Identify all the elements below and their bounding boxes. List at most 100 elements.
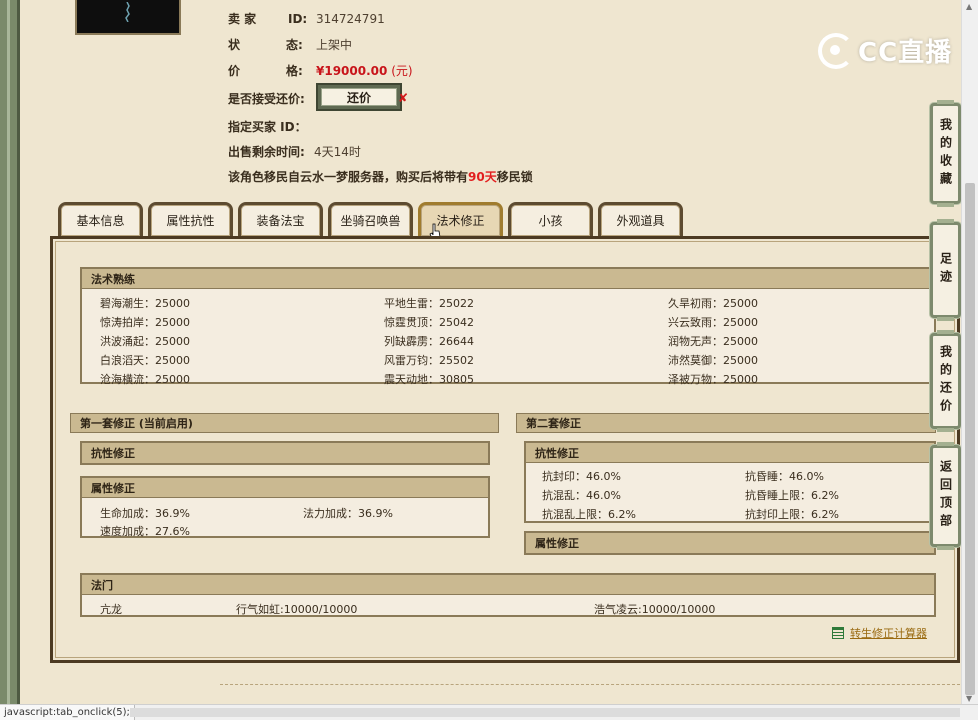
spell-item: 润物无声：25000 (668, 335, 758, 348)
scroll-up-icon[interactable]: ▲ (966, 2, 972, 11)
listing-status: 上架中 (316, 38, 353, 52)
spell-item: 碧海潮生：25000 (100, 297, 190, 310)
resist-item: 抗混乱上限：6.2% (542, 508, 636, 521)
spell-item: 列缺霹雳：26644 (384, 335, 474, 348)
migration-lock: 移民锁 (496, 170, 533, 184)
attr-item: 生命加成：36.9% (100, 507, 190, 520)
status-label: 状 (228, 38, 241, 52)
status-label-2: 态: (286, 38, 303, 52)
side-button-label: 返回顶部 (938, 460, 953, 532)
set1-attr-section: 属性修正 生命加成：36.9% 法力加成：36.9% 速度加成：27.6% (80, 476, 490, 538)
migration-days: 90天 (468, 170, 497, 184)
set1-resist-section: 抗性修正 (80, 441, 490, 465)
status-bar: javascript:tab_onclick(5); (0, 704, 978, 720)
vertical-scrollbar[interactable]: ▲ ▼ (961, 0, 978, 705)
seller-id-label: ID: (288, 12, 308, 26)
cc-logo-icon (818, 32, 854, 69)
calculator-icon (832, 627, 844, 639)
attr-item: 法力加成：36.9% (303, 507, 393, 520)
famen-title: 法门 (82, 575, 934, 595)
horizontal-scrollbar[interactable] (130, 708, 960, 717)
cc-live-logo: CC直播 (818, 32, 952, 69)
famen-section: 法门 亢龙 行气如虹:10000/10000 浩气凌云:10000/10000 (80, 573, 936, 617)
set1-attr-title: 属性修正 (82, 478, 488, 498)
resist-item: 抗昏睡上限：6.2% (745, 489, 839, 502)
remaining-label: 出售剩余时间: (228, 145, 305, 159)
spell-item: 久旱初雨：25000 (668, 297, 758, 310)
resist-item: 抗混乱：46.0% (542, 489, 621, 502)
left-window-border (0, 0, 20, 705)
set2-attr-title: 属性修正 (526, 533, 934, 553)
price-label-2: 格: (286, 64, 303, 78)
seller-row: 卖 家 ID: 314724791 (228, 10, 385, 27)
resist-item: 抗封印上限：6.2% (745, 508, 839, 521)
spell-mastery-title: 法术熟练 (82, 269, 934, 289)
seller-label: 卖 家 (228, 12, 257, 26)
buyer-row: 指定买家 ID： (228, 118, 307, 135)
character-thumbnail (75, 0, 181, 35)
spell-item: 兴云致雨：25000 (668, 316, 758, 329)
resist-item: 抗封印：46.0% (542, 470, 621, 483)
status-row: 状 态: 上架中 (228, 36, 352, 53)
spell-item: 白浪滔天：25000 (100, 354, 190, 367)
counter-offer-button[interactable]: 还价 ✘ (316, 83, 408, 111)
spell-item: 沛然莫御：25000 (668, 354, 758, 367)
counter-offer-label: 还价 (321, 88, 397, 106)
resist-item: 抗昏睡：46.0% (745, 470, 824, 483)
spell-item: 平地生雷：25022 (384, 297, 474, 310)
accept-counter-label: 是否接受还价: (228, 92, 305, 106)
set2-resist-title: 抗性修正 (526, 443, 934, 463)
migration-row: 该角色移民自云水一梦服务器，购买后将带有90天移民锁 (228, 168, 533, 185)
detail-tabs: 基本信息 属性抗性 装备法宝 坐骑召唤兽 法术修正 小孩 外观道具 (58, 202, 683, 236)
migration-text: 该角色移民自云水一梦服务器，购买后将带有 (228, 170, 469, 184)
side-button-label: 我的还价 (938, 345, 953, 417)
tab-appearance[interactable]: 外观道具 (598, 202, 683, 236)
spell-correction-panel: 法术熟练 碧海潮生：25000 惊涛拍岸：25000 洪波涌起：25000 白浪… (50, 236, 960, 663)
tab-equipment[interactable]: 装备法宝 (238, 202, 323, 236)
spell-item: 惊涛拍岸：25000 (100, 316, 190, 329)
famen-item: 浩气凌云:10000/10000 (594, 603, 716, 616)
spell-item: 洪波涌起：25000 (100, 335, 190, 348)
buyer-id-label: 指定买家 ID： (228, 120, 307, 134)
dashed-divider (220, 684, 960, 685)
remaining-row: 出售剩余时间: 4天14时 (228, 143, 361, 160)
set2-attr-section: 属性修正 (524, 531, 936, 555)
set2-title: 第二套修正 (516, 413, 936, 433)
character-figure-icon (125, 2, 130, 22)
tab-mounts-pets[interactable]: 坐骑召唤兽 (328, 202, 413, 236)
my-favorites-button[interactable]: 我的收藏 (930, 100, 961, 207)
status-bar-url: javascript:tab_onclick(5); (0, 705, 135, 720)
rebirth-calculator-link[interactable]: 转生修正计算器 (832, 625, 927, 641)
tab-children[interactable]: 小孩 (508, 202, 593, 236)
famen-item: 亢龙 (100, 603, 122, 616)
spell-item: 惊霆贯顶：25042 (384, 316, 474, 329)
counter-mark-icon: ✘ (397, 91, 408, 105)
spell-item: 沧海横流：25000 (100, 373, 190, 386)
tab-basic-info[interactable]: 基本信息 (58, 202, 143, 236)
famen-item: 行气如虹:10000/10000 (236, 603, 358, 616)
counter-offer-row: 是否接受还价: (228, 90, 305, 107)
my-counter-offers-button[interactable]: 我的还价 (930, 330, 961, 432)
scroll-down-icon[interactable]: ▼ (966, 694, 972, 703)
set1-resist-title: 抗性修正 (82, 443, 488, 463)
price-label: 价 (228, 64, 241, 78)
side-button-label: 足迹 (938, 252, 953, 288)
price-value: ¥19000.00 (316, 64, 388, 78)
logo-text: CC直播 (858, 38, 953, 68)
spell-item: 泽被万物：25000 (668, 373, 758, 386)
price-unit: (元) (391, 64, 413, 78)
footprint-button[interactable]: 足迹 (930, 219, 961, 321)
side-button-label: 我的收藏 (938, 117, 953, 190)
spell-item: 风雷万钧：25502 (384, 354, 474, 367)
spell-item: 震天动地：30805 (384, 373, 474, 386)
seller-id: 314724791 (316, 12, 385, 26)
set1-title: 第一套修正 (当前启用) (70, 413, 499, 433)
scroll-thumb[interactable] (965, 183, 975, 695)
price-row: 价 格: ¥19000.00 (元) (228, 62, 413, 79)
calc-link-text: 转生修正计算器 (850, 627, 927, 640)
spell-mastery-section: 法术熟练 碧海潮生：25000 惊涛拍岸：25000 洪波涌起：25000 白浪… (80, 267, 936, 386)
back-to-top-button[interactable]: 返回顶部 (930, 442, 961, 550)
tab-attributes[interactable]: 属性抗性 (148, 202, 233, 236)
remaining-time: 4天14时 (314, 145, 361, 159)
attr-item: 速度加成：27.6% (100, 525, 190, 538)
